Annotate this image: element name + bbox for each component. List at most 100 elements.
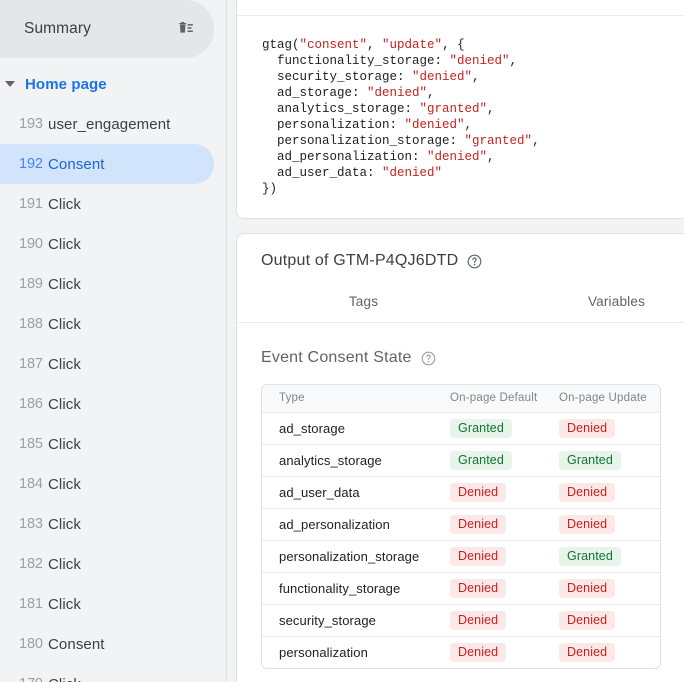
output-title: Output of GTM-P4QJ6DTD (261, 252, 459, 269)
sidebar-event-184[interactable]: 184 Click (0, 464, 214, 504)
event-number: 187 (19, 356, 43, 372)
status-badge: Denied (450, 578, 507, 598)
event-number: 182 (19, 556, 43, 572)
status-badge: Denied (450, 610, 507, 630)
consent-update-cell: Denied (553, 507, 660, 540)
sidebar-event-179[interactable]: 179Click (0, 664, 214, 682)
event-number: 189 (19, 276, 43, 292)
table-header: Type On-page Default On-page Update (262, 385, 660, 412)
table-body: ad_storage Granted Denied analytics_storage… (262, 411, 660, 668)
table-row: personalization Denied Denied (262, 635, 660, 668)
code-text: , (427, 86, 435, 100)
event-number: 180 (19, 636, 43, 652)
help-circle-icon[interactable] (421, 351, 436, 366)
event-sidebar: Summary Home page 193 user_engagement 192 C… (0, 0, 227, 682)
code-text: functionality_storage: (262, 54, 450, 68)
status-badge: Denied (450, 546, 507, 566)
event-consent-state-header: Event Consent State (237, 323, 684, 367)
api-call-card: API Call gtag("consent", "update", { fun… (236, 0, 684, 219)
status-badge: Granted (450, 418, 512, 438)
code-text: , (367, 38, 383, 52)
sidebar-event-183[interactable]: 183 Click (0, 504, 214, 544)
consent-update-cell: Denied (553, 603, 660, 636)
event-name: Click (48, 315, 81, 333)
sidebar-event-182[interactable]: 182 Click (0, 544, 214, 584)
consent-default-cell: Granted (444, 443, 553, 476)
help-circle-icon[interactable] (467, 254, 482, 269)
event-name: Click (48, 555, 81, 573)
sidebar-group-home-page[interactable]: Home page (0, 64, 226, 104)
sidebar-event-193[interactable]: 193 user_engagement (0, 104, 214, 144)
event-name: Consent (48, 155, 105, 173)
table-row: analytics_storage Granted Granted (262, 443, 660, 476)
code-text: analytics_storage: (262, 102, 420, 116)
status-badge: Granted (559, 546, 621, 566)
code-text: , (509, 54, 518, 68)
consent-update-cell: Denied (553, 571, 660, 604)
summary-row[interactable]: Summary (0, 0, 214, 58)
code-text: , { (442, 38, 465, 52)
status-badge: Denied (559, 418, 616, 438)
event-name: Consent (48, 635, 105, 653)
consent-update-cell: Granted (553, 443, 660, 476)
consent-update-cell: Granted (553, 539, 660, 572)
sidebar-event-181[interactable]: 181 Click (0, 584, 214, 624)
code-string: "update" (382, 38, 443, 52)
consent-update-cell: Denied (553, 411, 660, 444)
output-card: Output of GTM-P4QJ6DTD Tags Variables Ev… (236, 233, 684, 682)
event-number: 179 (19, 676, 48, 682)
status-badge: Denied (559, 642, 616, 662)
event-name: Click (48, 195, 81, 213)
code-text: }) (262, 182, 278, 196)
sidebar-event-190[interactable]: 190 Click (0, 224, 214, 264)
trash-clear-icon[interactable] (176, 19, 196, 39)
code-string: "consent" (299, 38, 368, 52)
consent-state-table: Type On-page Default On-page Update ad_s… (262, 385, 660, 668)
sidebar-event-191[interactable]: 191 Click (0, 184, 214, 224)
event-number: 181 (19, 596, 43, 612)
code-text: , (487, 150, 495, 164)
sidebar-event-192[interactable]: 192 Consent (0, 144, 214, 184)
sidebar-event-180[interactable]: 180 Consent (0, 624, 214, 664)
tab-variables[interactable]: Variables (490, 281, 684, 322)
tab-tags[interactable]: Tags (237, 281, 490, 322)
output-header: Output of GTM-P4QJ6DTD (237, 234, 684, 270)
consent-type-cell: personalization (262, 635, 444, 668)
table-row: personalization_storage Denied Granted (262, 539, 660, 572)
event-name: Click (48, 355, 81, 373)
event-name: Click (48, 435, 81, 453)
table-header-row: Type On-page Default On-page Update (262, 385, 660, 412)
event-number: 188 (19, 316, 43, 332)
code-string: "denied" (404, 118, 465, 132)
code-text: , (487, 102, 495, 116)
consent-type-cell: ad_user_data (262, 475, 444, 508)
consent-update-cell: Denied (553, 635, 660, 668)
code-text: ad_user_data: (262, 166, 383, 180)
sidebar-event-188[interactable]: 188 Click (0, 304, 214, 344)
code-string: "denied" (449, 54, 510, 68)
sidebar-event-186[interactable]: 186 Click (0, 384, 214, 424)
event-name: user_engagement (48, 115, 171, 133)
event-list: Home page 193 user_engagement 192 Consent 19… (0, 58, 226, 682)
event-name: Click (48, 275, 81, 293)
column-header-on-page-update: On-page Update (553, 385, 660, 412)
consent-type-cell: functionality_storage (262, 571, 444, 604)
status-badge: Granted (450, 450, 512, 470)
consent-default-cell: Granted (444, 411, 553, 444)
event-number: 186 (19, 396, 43, 412)
events-container: 193 user_engagement 192 Consent 191 Click 190 C… (0, 104, 226, 682)
consent-type-cell: ad_personalization (262, 507, 444, 540)
event-consent-state-title: Event Consent State (261, 349, 412, 366)
sidebar-event-185[interactable]: 185 Click (0, 424, 214, 464)
consent-default-cell: Denied (444, 635, 553, 668)
consent-default-cell: Denied (444, 507, 553, 540)
caret-down-icon[interactable] (5, 81, 15, 87)
sidebar-event-187[interactable]: 187 Click (0, 344, 214, 384)
status-badge: Denied (559, 482, 616, 502)
code-string: "granted" (464, 134, 533, 148)
code-text: security_storage: (262, 70, 413, 84)
event-number: 190 (19, 236, 43, 252)
code-text: , (532, 134, 540, 148)
sidebar-event-189[interactable]: 189 Click (0, 264, 214, 304)
event-name: Click (48, 595, 81, 613)
